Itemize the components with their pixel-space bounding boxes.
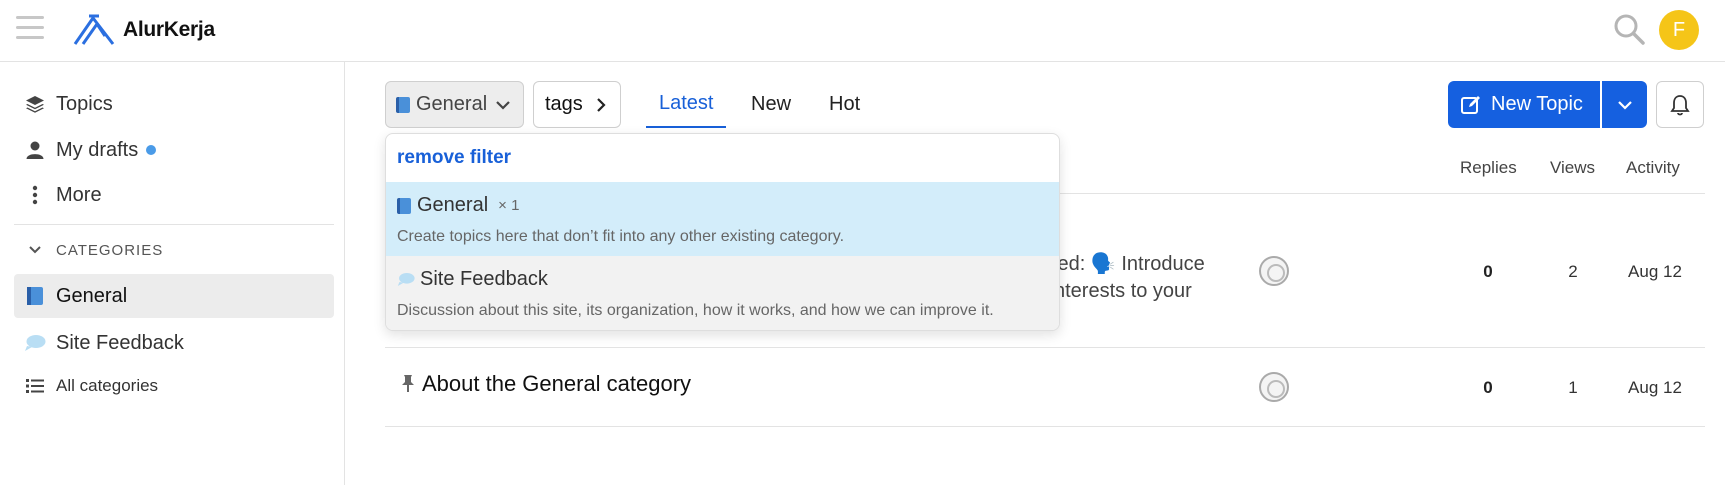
new-topic-label: New Topic	[1491, 93, 1583, 115]
option-name: Site Feedback	[420, 268, 548, 290]
sidebar-item-general[interactable]: General	[14, 274, 334, 318]
option-name-row: Site Feedback	[397, 268, 548, 291]
new-topic-button[interactable]: New Topic	[1448, 81, 1600, 128]
tab-latest[interactable]: Latest	[646, 81, 727, 128]
layers-icon	[14, 92, 56, 116]
topic-title: About the General category	[422, 371, 692, 396]
book-icon	[14, 284, 56, 308]
categories-heading: CATEGORIES	[56, 241, 164, 259]
sidebar-item-label: More	[56, 183, 102, 206]
option-name-row: General × 1	[397, 194, 519, 217]
user-icon	[14, 138, 56, 162]
alurkerja-logo-icon[interactable]	[73, 12, 115, 46]
remove-filter-option[interactable]: remove filter	[397, 147, 511, 169]
activity-date[interactable]: Aug 12	[1625, 378, 1685, 398]
sidebar-divider	[14, 224, 334, 225]
sidebar-item-all-categories[interactable]: All categories	[14, 364, 334, 408]
site-header: AlurKerja F	[0, 0, 1725, 62]
sidebar-item-more[interactable]: More	[14, 173, 334, 217]
search-icon[interactable]	[1612, 12, 1646, 46]
sidebar-item-label: Site Feedback	[56, 331, 184, 354]
row-divider	[385, 347, 1705, 348]
categories-section-toggle[interactable]: CATEGORIES	[14, 234, 163, 266]
speech-bubble-icon	[397, 272, 415, 287]
row-divider	[385, 426, 1705, 427]
tab-hot[interactable]: Hot	[829, 81, 860, 128]
list-icon	[14, 374, 56, 398]
chevron-down-icon	[1617, 100, 1632, 110]
edit-icon	[1461, 95, 1480, 114]
poster-avatar[interactable]	[1259, 372, 1289, 402]
column-replies[interactable]: Replies	[1460, 158, 1517, 178]
notification-button[interactable]	[1656, 81, 1704, 128]
topic-excerpt-line: ted: 🗣️ Introduce	[1052, 253, 1205, 275]
option-description: Create topics here that don’t fit into a…	[397, 228, 845, 245]
poster-avatar[interactable]	[1259, 256, 1289, 286]
activity-date[interactable]: Aug 12	[1625, 262, 1685, 282]
tags-dropdown-label: tags	[545, 93, 583, 115]
speech-bubble-icon	[14, 331, 56, 355]
tab-new[interactable]: New	[751, 81, 791, 128]
sidebar: Topics My drafts More CATEGORIES General…	[0, 62, 345, 485]
replies-count: 0	[1483, 378, 1493, 397]
option-name: General	[417, 194, 489, 216]
category-dropdown-label: General	[416, 93, 488, 115]
views-count: 1	[1568, 378, 1578, 397]
category-dropdown-button[interactable]: General	[385, 81, 524, 128]
brand-name[interactable]: AlurKerja	[123, 18, 215, 42]
sidebar-item-label: All categories	[56, 376, 159, 395]
chevron-right-icon	[597, 97, 606, 112]
topic-excerpt-line: nterests to your	[1054, 280, 1192, 302]
book-icon	[396, 96, 410, 113]
hamburger-menu-icon[interactable]	[16, 16, 44, 40]
chevron-down-icon	[496, 100, 510, 110]
dropdown-option-site-feedback[interactable]: Site Feedback Discussion about this site…	[386, 256, 1059, 330]
unread-dot	[146, 145, 157, 155]
book-icon	[397, 197, 411, 214]
sidebar-item-label: General	[56, 284, 128, 307]
option-count: × 1	[498, 197, 520, 214]
sidebar-item-label: My drafts	[56, 138, 139, 161]
chevron-down-icon	[14, 245, 56, 255]
sidebar-item-topics[interactable]: Topics	[14, 82, 334, 126]
user-avatar[interactable]: F	[1659, 10, 1699, 50]
tags-dropdown-button[interactable]: tags	[533, 81, 621, 128]
dropdown-option-general[interactable]: General × 1 Create topics here that don’…	[386, 182, 1059, 256]
sidebar-item-site-feedback[interactable]: Site Feedback	[14, 321, 334, 365]
more-vertical-icon	[14, 183, 56, 207]
column-views[interactable]: Views	[1550, 158, 1595, 178]
option-description: Discussion about this site, its organiza…	[397, 302, 994, 319]
views-count: 2	[1568, 262, 1578, 281]
topic-title-link[interactable]: About the General category	[400, 371, 691, 397]
sidebar-item-my-drafts[interactable]: My drafts	[14, 128, 334, 172]
bell-icon	[1670, 94, 1690, 115]
replies-count: 0	[1483, 262, 1493, 281]
new-topic-options-button[interactable]	[1602, 81, 1647, 128]
sidebar-item-label: Topics	[56, 92, 113, 115]
category-dropdown-menu: remove filter General × 1 Create topics …	[385, 133, 1060, 331]
column-activity[interactable]: Activity	[1626, 158, 1680, 178]
pin-icon	[402, 375, 414, 392]
